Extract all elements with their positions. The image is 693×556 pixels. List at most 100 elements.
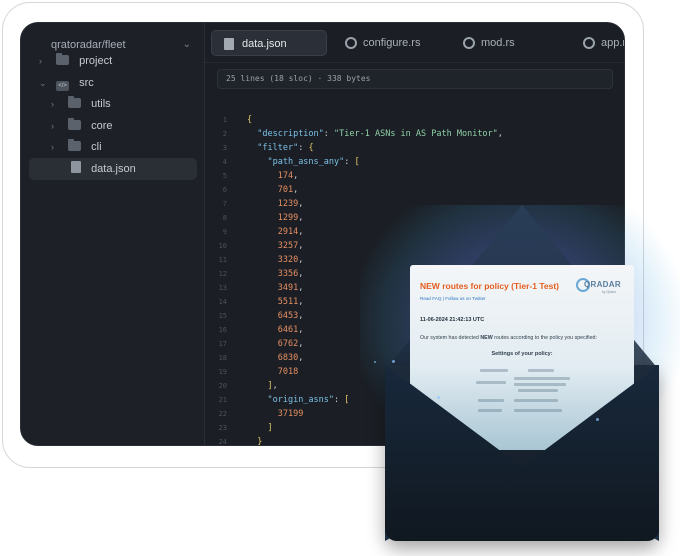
- code-text: 5511,: [277, 297, 304, 307]
- tree-item-label: src: [79, 77, 94, 89]
- logo-wordmark: QRADAR: [584, 280, 621, 289]
- email-settings-heading: Settings of your policy:: [491, 351, 553, 357]
- chevron-down-icon[interactable]: ⌄: [39, 72, 53, 94]
- line-number: 7: [222, 200, 227, 208]
- rust-icon: [463, 37, 475, 49]
- policy-row-placeholder: [480, 369, 508, 372]
- line-number: 8: [222, 214, 227, 222]
- code-text: 1299,: [277, 213, 304, 223]
- tab-label: data.json: [242, 38, 287, 50]
- tree-item-cli[interactable]: › cli: [51, 136, 102, 158]
- code-text: 3356,: [277, 269, 304, 279]
- logo-subtitle: by Qrator: [602, 290, 617, 294]
- tree-item-label: core: [91, 120, 113, 132]
- code-text: 6453,: [277, 311, 304, 321]
- sparkle-dot: [392, 360, 395, 363]
- code-folder-icon: </>: [56, 81, 70, 91]
- sparkle-dot: [596, 418, 599, 421]
- email-message-suffix: routes according to the policy you speci…: [492, 335, 597, 341]
- line-number: 22: [218, 410, 227, 418]
- line-number: 15: [218, 312, 227, 320]
- tab-data-json[interactable]: data.json: [211, 30, 327, 56]
- line-number: 11: [218, 256, 227, 264]
- code-text: "origin_asns": [: [267, 395, 350, 405]
- tab-configure-rs[interactable]: configure.rs: [333, 30, 445, 56]
- tree-item-label: utils: [91, 98, 111, 110]
- policy-row-placeholder: [518, 389, 558, 392]
- tree-item-project[interactable]: › project: [39, 50, 112, 72]
- rust-icon: [583, 37, 595, 49]
- chevron-right-icon[interactable]: ›: [51, 115, 65, 137]
- chevron-right-icon[interactable]: ›: [51, 93, 65, 115]
- policy-row-placeholder: [528, 369, 554, 372]
- code-text: {: [247, 115, 253, 125]
- chevron-right-icon[interactable]: ›: [39, 50, 53, 72]
- email-links[interactable]: Read FAQ | Follow us on Twitter: [420, 296, 486, 301]
- chevron-down-icon[interactable]: ⌄: [183, 35, 191, 55]
- email-message: Our system has detected NEW routes accor…: [420, 335, 625, 341]
- tree-item-core[interactable]: › core: [51, 115, 113, 137]
- tree-item-utils[interactable]: › utils: [51, 93, 111, 115]
- line-number: 9: [222, 228, 227, 236]
- email-title: NEW routes for policy (Tier-1 Test): [420, 281, 560, 291]
- line-number: 20: [218, 382, 227, 390]
- folder-icon: [68, 118, 82, 130]
- line-number: 19: [218, 368, 227, 376]
- line-number: 2: [222, 130, 227, 138]
- chevron-right-icon[interactable]: ›: [51, 136, 65, 158]
- tree-item-src[interactable]: ⌄ </> src: [39, 72, 94, 94]
- code-text: }: [257, 437, 263, 446]
- email-date: 11-06-2024 21:42:13 UTC: [420, 317, 485, 323]
- code-text: 1239,: [277, 199, 304, 209]
- rust-icon: [345, 37, 357, 49]
- code-text: 6762,: [277, 339, 304, 349]
- json-file-icon: [224, 38, 234, 50]
- code-text: 7018: [277, 367, 299, 377]
- tab-mod-rs[interactable]: mod.rs: [451, 30, 551, 56]
- policy-row-placeholder: [514, 399, 558, 402]
- sparkle-dot: [374, 361, 376, 363]
- file-info-bar: 25 lines (18 sloc) · 338 bytes: [217, 69, 613, 89]
- tab-app-rs[interactable]: app.r: [571, 30, 625, 56]
- code-text: ],: [267, 381, 278, 391]
- tab-label: app.r: [601, 37, 625, 49]
- line-number: 14: [218, 298, 227, 306]
- line-number: 24: [218, 438, 227, 446]
- policy-row-placeholder: [476, 381, 506, 384]
- line-number: 4: [222, 158, 227, 166]
- code-text: 3320,: [277, 255, 304, 265]
- code-text: 6461,: [277, 325, 304, 335]
- line-number: 5: [222, 172, 227, 180]
- code-text: "filter": {: [257, 143, 314, 153]
- policy-row-placeholder: [478, 399, 504, 402]
- line-number: 18: [218, 354, 227, 362]
- line-number: 23: [218, 424, 227, 432]
- tree-item-data-json[interactable]: data.json: [29, 158, 197, 180]
- editor-tabbar: data.json configure.rs mod.rs app.r: [205, 23, 624, 63]
- sparkle-dot: [437, 396, 440, 399]
- code-text: ]: [267, 423, 273, 433]
- tree-item-label: cli: [91, 141, 102, 153]
- code-text: "description": "Tier-1 ASNs in AS Path M…: [257, 129, 503, 139]
- code-text: 174,: [277, 171, 299, 181]
- email-message-prefix: Our system has detected: [420, 335, 481, 341]
- folder-icon: [68, 139, 82, 151]
- line-number: 17: [218, 340, 227, 348]
- line-number: 21: [218, 396, 227, 404]
- policy-row-placeholder: [514, 409, 562, 412]
- code-text: 3491,: [277, 283, 304, 293]
- line-number: 16: [218, 326, 227, 334]
- code-text: 3257,: [277, 241, 304, 251]
- tree-item-label: data.json: [91, 163, 136, 175]
- line-number: 13: [218, 284, 227, 292]
- line-number: 3: [222, 144, 227, 152]
- policy-row-placeholder: [514, 383, 566, 386]
- json-file-icon: [71, 161, 81, 173]
- code-text: 6830,: [277, 353, 304, 363]
- folder-icon: [68, 96, 82, 108]
- email-message-bold: NEW: [480, 335, 493, 341]
- qradar-logo: QRADAR by Qrator: [576, 277, 622, 297]
- tree-item-label: project: [79, 55, 113, 67]
- line-number: 10: [218, 242, 227, 250]
- code-text: 701,: [277, 185, 299, 195]
